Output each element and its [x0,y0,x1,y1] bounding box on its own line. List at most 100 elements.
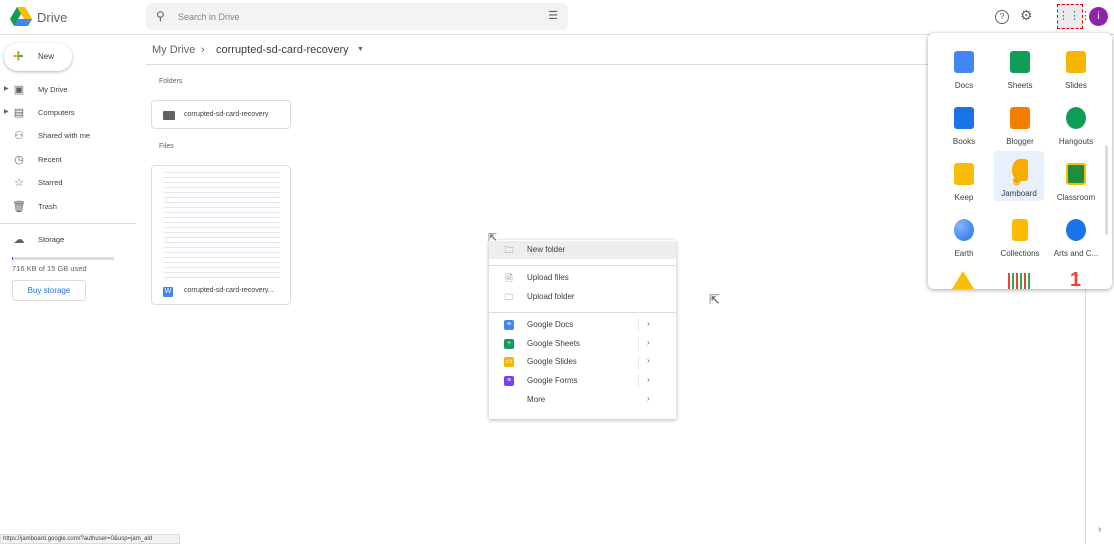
app-collections[interactable]: Collections [994,211,1046,263]
menu-item-google-docs[interactable]: ≡ Google Docs › [489,316,676,334]
chevron-right-icon: › [647,319,650,328]
menu-divider [489,312,676,313]
breadcrumb-separator-icon: › [201,44,205,56]
breadcrumb-root[interactable]: My Drive [152,44,195,56]
expand-arrow-icon[interactable]: ▶ [4,85,9,92]
chevron-down-icon[interactable]: ▼ [357,46,364,53]
menu-item-upload-files[interactable]: 🗎 Upload files [489,269,676,287]
menu-divider [489,265,676,266]
sidebar-item-computers[interactable]: ▶ ▤ Computers [0,102,136,124]
mouse-cursor-icon: ⇱ [488,232,498,244]
new-folder-icon: 🗀 [504,245,514,255]
chevron-right-icon: › [647,375,650,384]
menu-label: Google Sheets [527,339,580,348]
menu-label: More [527,395,546,404]
forms-icon: ≡ [504,376,514,386]
brand-name: Drive [37,10,68,25]
sidebar-item-trash[interactable]: 🗑 Trash [0,196,136,218]
app-sheets[interactable]: Sheets [994,43,1046,95]
avatar[interactable]: i [1089,7,1108,26]
sidebar-item-storage[interactable]: ☁ Storage [0,229,136,251]
app-label: Classroom [1056,193,1096,202]
menu-item-google-sheets[interactable]: + Google Sheets › [489,335,676,353]
expand-panel-icon[interactable]: › [1098,524,1101,535]
search-input[interactable]: ⚲ Search in Drive ☰ [146,3,568,30]
chevron-right-icon: › [647,338,650,347]
podcasts-icon[interactable] [1008,273,1032,289]
sidebar-item-recent[interactable]: ◷ Recent [0,149,136,171]
sidebar-label: Shared with me [38,131,91,140]
hangouts-icon [1066,107,1086,129]
sidebar-label: Starred [38,178,63,187]
slides-icon: ▭ [504,357,514,367]
app-jamboard[interactable]: Jamboard ☝ [994,151,1044,201]
sidebar-divider [0,223,136,224]
search-placeholder: Search in Drive [178,12,240,22]
sidebar-item-my-drive[interactable]: ▶ ▣ My Drive [0,79,136,101]
buy-storage-button[interactable]: Buy storage [12,280,86,301]
sidebar-label: Storage [38,235,65,244]
ads-icon[interactable] [952,271,974,289]
sidebar-item-starred[interactable]: ☆ Starred [0,172,136,194]
app-label: Books [952,137,976,146]
sidebar-item-shared[interactable]: ⚇ Shared with me [0,125,136,147]
slides-icon [1066,51,1086,73]
app-arts-and-culture[interactable]: Arts and C... [1050,211,1102,263]
sidebar-label: My Drive [38,85,68,94]
app-blogger[interactable]: Blogger [994,99,1046,151]
menu-item-new-folder[interactable]: 🗀 New folder [489,241,676,259]
chevron-right-icon: › [647,394,650,403]
app-label: Hangouts [1058,137,1094,146]
menu-item-upload-folder[interactable]: 🗀 Upload folder [489,288,676,306]
search-icon: ⚲ [156,9,165,23]
file-thumbnail [164,168,280,278]
shared-people-icon: ⚇ [14,130,24,142]
apps-grid-button[interactable]: ⋮⋮⋮ [1057,4,1091,29]
app-docs[interactable]: Docs [938,43,990,95]
sidebar-label: Recent [38,155,62,164]
app-books[interactable]: Books [938,99,990,151]
apps-scrollbar[interactable] [1105,145,1108,235]
breadcrumb-current[interactable]: corrupted-sd-card-recovery [216,44,349,56]
app-label: Docs [954,81,974,90]
new-button[interactable]: + New [4,43,72,71]
keep-icon [954,163,974,185]
cloud-icon: ☁ [13,234,25,246]
classroom-icon [1066,163,1086,185]
apps-grid-icon: ⋮⋮⋮ [1058,10,1091,22]
help-icon[interactable]: ? [995,10,1009,24]
gear-icon[interactable]: ⚙ [1020,7,1033,24]
menu-label: Google Slides [527,357,577,366]
app-label: Collections [1000,249,1040,258]
app-label: Earth [954,249,974,258]
sidebar-label: Computers [38,108,75,117]
menu-item-google-slides[interactable]: ▭ Google Slides › [489,353,676,371]
file-card[interactable]: W corrupted-sd-card-recovery... [151,165,291,305]
app-classroom[interactable]: Classroom [1050,155,1102,207]
upload-file-icon: 🗎 [505,273,513,283]
google-one-icon[interactable]: 1 [1070,269,1081,289]
storage-bar-fill [12,257,13,260]
app-label: Jamboard [1001,189,1037,198]
status-bar-url: https://jamboard.google.com/?authuser=0&… [0,534,180,544]
expand-arrow-icon[interactable]: ▶ [4,108,9,115]
files-heading: Files [159,143,174,150]
plus-icon: + [13,46,24,66]
folder-card[interactable]: corrupted-sd-card-recovery [151,100,291,129]
search-options-icon[interactable]: ☰ [548,9,558,22]
app-slides[interactable]: Slides [1050,43,1102,95]
menu-label: New folder [527,245,566,254]
menu-item-more[interactable]: More › [489,391,676,409]
docs-icon [954,51,974,73]
arts-culture-icon [1066,219,1086,241]
app-hangouts[interactable]: Hangouts [1050,99,1102,151]
app-label: Slides [1065,81,1087,90]
earth-icon [954,219,974,241]
app-earth[interactable]: Earth [938,211,990,263]
app-label: Arts and C... [1053,249,1099,258]
collections-icon [1012,219,1028,241]
menu-item-google-forms[interactable]: ≡ Google Forms › [489,372,676,390]
file-name: corrupted-sd-card-recovery... [184,287,274,294]
computer-icon: ▤ [13,107,25,119]
app-keep[interactable]: Keep [938,155,990,207]
